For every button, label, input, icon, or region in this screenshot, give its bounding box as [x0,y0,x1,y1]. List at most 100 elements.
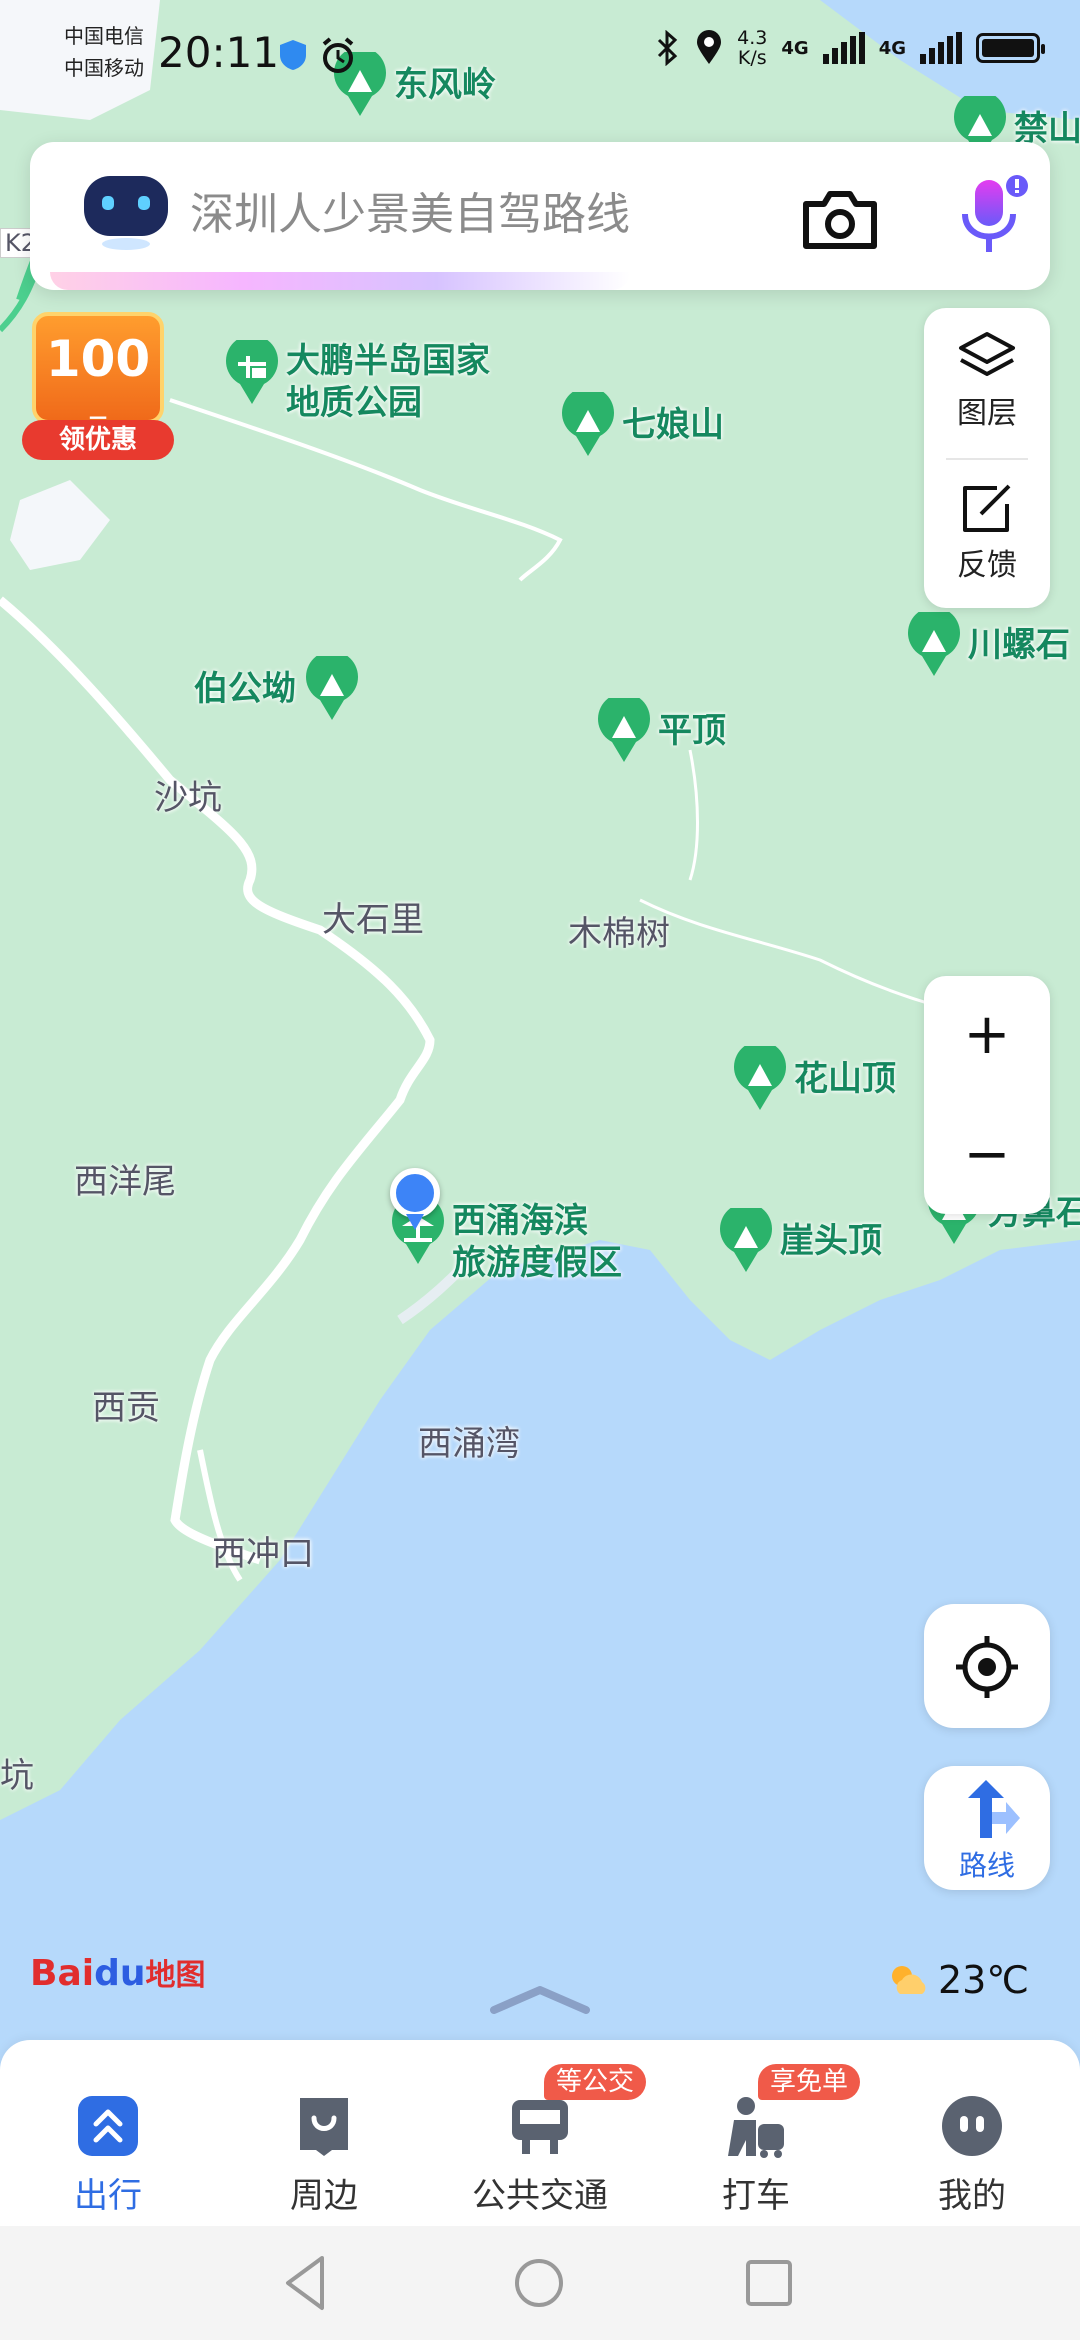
zoom-in-button[interactable]: + [924,976,1050,1094]
layers-button[interactable]: 图层 [924,330,1050,432]
mountain-pin-icon [734,1046,786,1110]
search-glow [50,272,630,290]
route-arrow-icon [968,1780,1020,1838]
tab-travel[interactable]: 出行 [8,2064,208,2216]
weather-widget[interactable]: 23℃ [886,1958,1029,2002]
alarm-icon [322,37,354,73]
bluetooth-icon [658,30,678,66]
status-bar: 中国电信 中国移动 20:11 4.3 K/s 4G 4G [0,0,1080,100]
poi-mountain[interactable]: 花山顶 [730,1046,896,1112]
poi-label: 西涌海滨 旅游度假区 [452,1201,622,1283]
poi-label: 花山顶 [794,1059,896,1099]
signal-2-label: 4G [878,37,906,59]
logo-ditu: 地图 [145,1958,206,1993]
taxi-person-icon [728,2097,784,2158]
feedback-edit-icon [963,484,1011,532]
logo-du: du [94,1953,146,1994]
place-label: 西洋尾 [74,1162,176,1202]
tab-label: 周边 [290,2176,358,2216]
divider [946,458,1028,460]
promo-claim-button[interactable]: 领优惠 [22,420,174,460]
nearby-bag-icon [300,2098,348,2156]
mountain-pin-icon [908,612,960,676]
ai-assistant-icon[interactable] [80,170,172,250]
bus-stop-icon [512,2100,568,2154]
tab-label: 打车 [722,2176,790,2216]
tab-label: 出行 [74,2176,142,2216]
promo-coupon[interactable]: 100元 领优惠 [22,312,174,464]
location-heading-icon [406,1214,424,1230]
poi-geopark[interactable]: 大鹏半岛国家 地质公园 [222,340,490,424]
poi-label: 七娘山 [622,405,724,445]
clock: 20:11 [158,28,280,77]
tab-label: 我的 [938,2176,1006,2216]
poi-label: 大鹏半岛国家 地质公园 [286,341,490,423]
home-icon[interactable] [506,2250,572,2316]
search-bar[interactable] [30,142,1050,290]
logo-bai: Bai [30,1953,95,1994]
place-label: 坑 [0,1756,34,1796]
poi-label: 崖头顶 [780,1221,882,1261]
carrier-info: 中国电信 中国移动 [64,20,144,84]
signal-1-label: 4G [781,37,809,59]
current-location-marker [390,1168,440,1218]
tab-label: 公共交通 [472,2176,608,2216]
mountain-pin-icon [306,656,358,720]
travel-icon [78,2096,138,2156]
place-label: 西涌湾 [418,1424,520,1464]
tab-taxi[interactable]: 享免单 打车 [656,2064,861,2216]
poi-mountain[interactable]: 川螺石 [904,612,1070,678]
voice-mic-icon[interactable] [945,174,1033,264]
mountain-pin-icon [598,698,650,762]
temperature: 23℃ [938,1958,1030,2002]
promo-amount-value: 100 [45,330,151,388]
zoom-out-button[interactable]: − [924,1096,1050,1214]
place-label: 西贡 [92,1388,160,1428]
baidu-map-logo: Baidu地图 [30,1950,205,1994]
location-icon [697,30,722,64]
place-label: 西冲口 [212,1534,314,1574]
poi-label: 平顶 [658,711,726,751]
camera-icon[interactable] [800,184,880,254]
map-tools-panel: 图层 反馈 [924,308,1050,608]
profile-avatar-icon [942,2096,1002,2156]
park-pin-icon [226,340,278,404]
layers-label: 图层 [957,396,1017,431]
expand-handle-icon[interactable] [490,1984,590,2014]
layers-icon [959,332,1015,376]
zoom-controls: + − [924,976,1050,1214]
signal-bars-icon [822,32,865,64]
poi-mountain[interactable]: 崖头顶 [716,1208,882,1274]
place-label: 大石里 [322,900,424,940]
network-speed: 4.3 K/s [737,27,768,69]
recents-icon[interactable] [736,2250,802,2316]
feedback-button[interactable]: 反馈 [924,482,1050,584]
shield-icon [280,40,306,70]
status-icons: 4.3 K/s 4G 4G [655,27,1045,69]
tab-profile[interactable]: 我的 [872,2064,1072,2216]
poi-mountain[interactable]: 平顶 [594,698,726,764]
poi-label: 伯公坳 [194,669,296,709]
poi-label: 川螺石 [968,625,1070,665]
poi-mountain[interactable]: 七娘山 [558,392,724,458]
route-label: 路线 [958,1849,1015,1882]
locate-me-button[interactable] [924,1604,1050,1728]
search-input[interactable] [190,178,710,250]
transit-badge: 等公交 [544,2064,647,2100]
signal-bars-icon [920,32,962,64]
poi-mountain[interactable]: 伯公坳 [190,656,362,722]
system-nav-bar [0,2226,1080,2340]
tab-bar: 出行 周边 等公交 公共交通 享免单 打车 我的 [0,2064,1080,2216]
route-button[interactable]: 路线 [924,1766,1050,1890]
tab-nearby[interactable]: 周边 [224,2064,424,2216]
place-label: 沙坑 [154,778,222,818]
crosshair-icon [956,1636,1018,1698]
taxi-badge: 享免单 [758,2064,861,2100]
back-icon[interactable] [274,2250,340,2316]
partly-cloudy-icon [892,1966,926,1994]
carrier-1: 中国电信 [64,24,144,48]
tab-transit[interactable]: 等公交 公共交通 [440,2064,647,2216]
carrier-2: 中国移动 [64,56,144,80]
mountain-pin-icon [562,392,614,456]
bottom-nav: 出行 周边 等公交 公共交通 享免单 打车 我的 [0,2040,1080,2340]
